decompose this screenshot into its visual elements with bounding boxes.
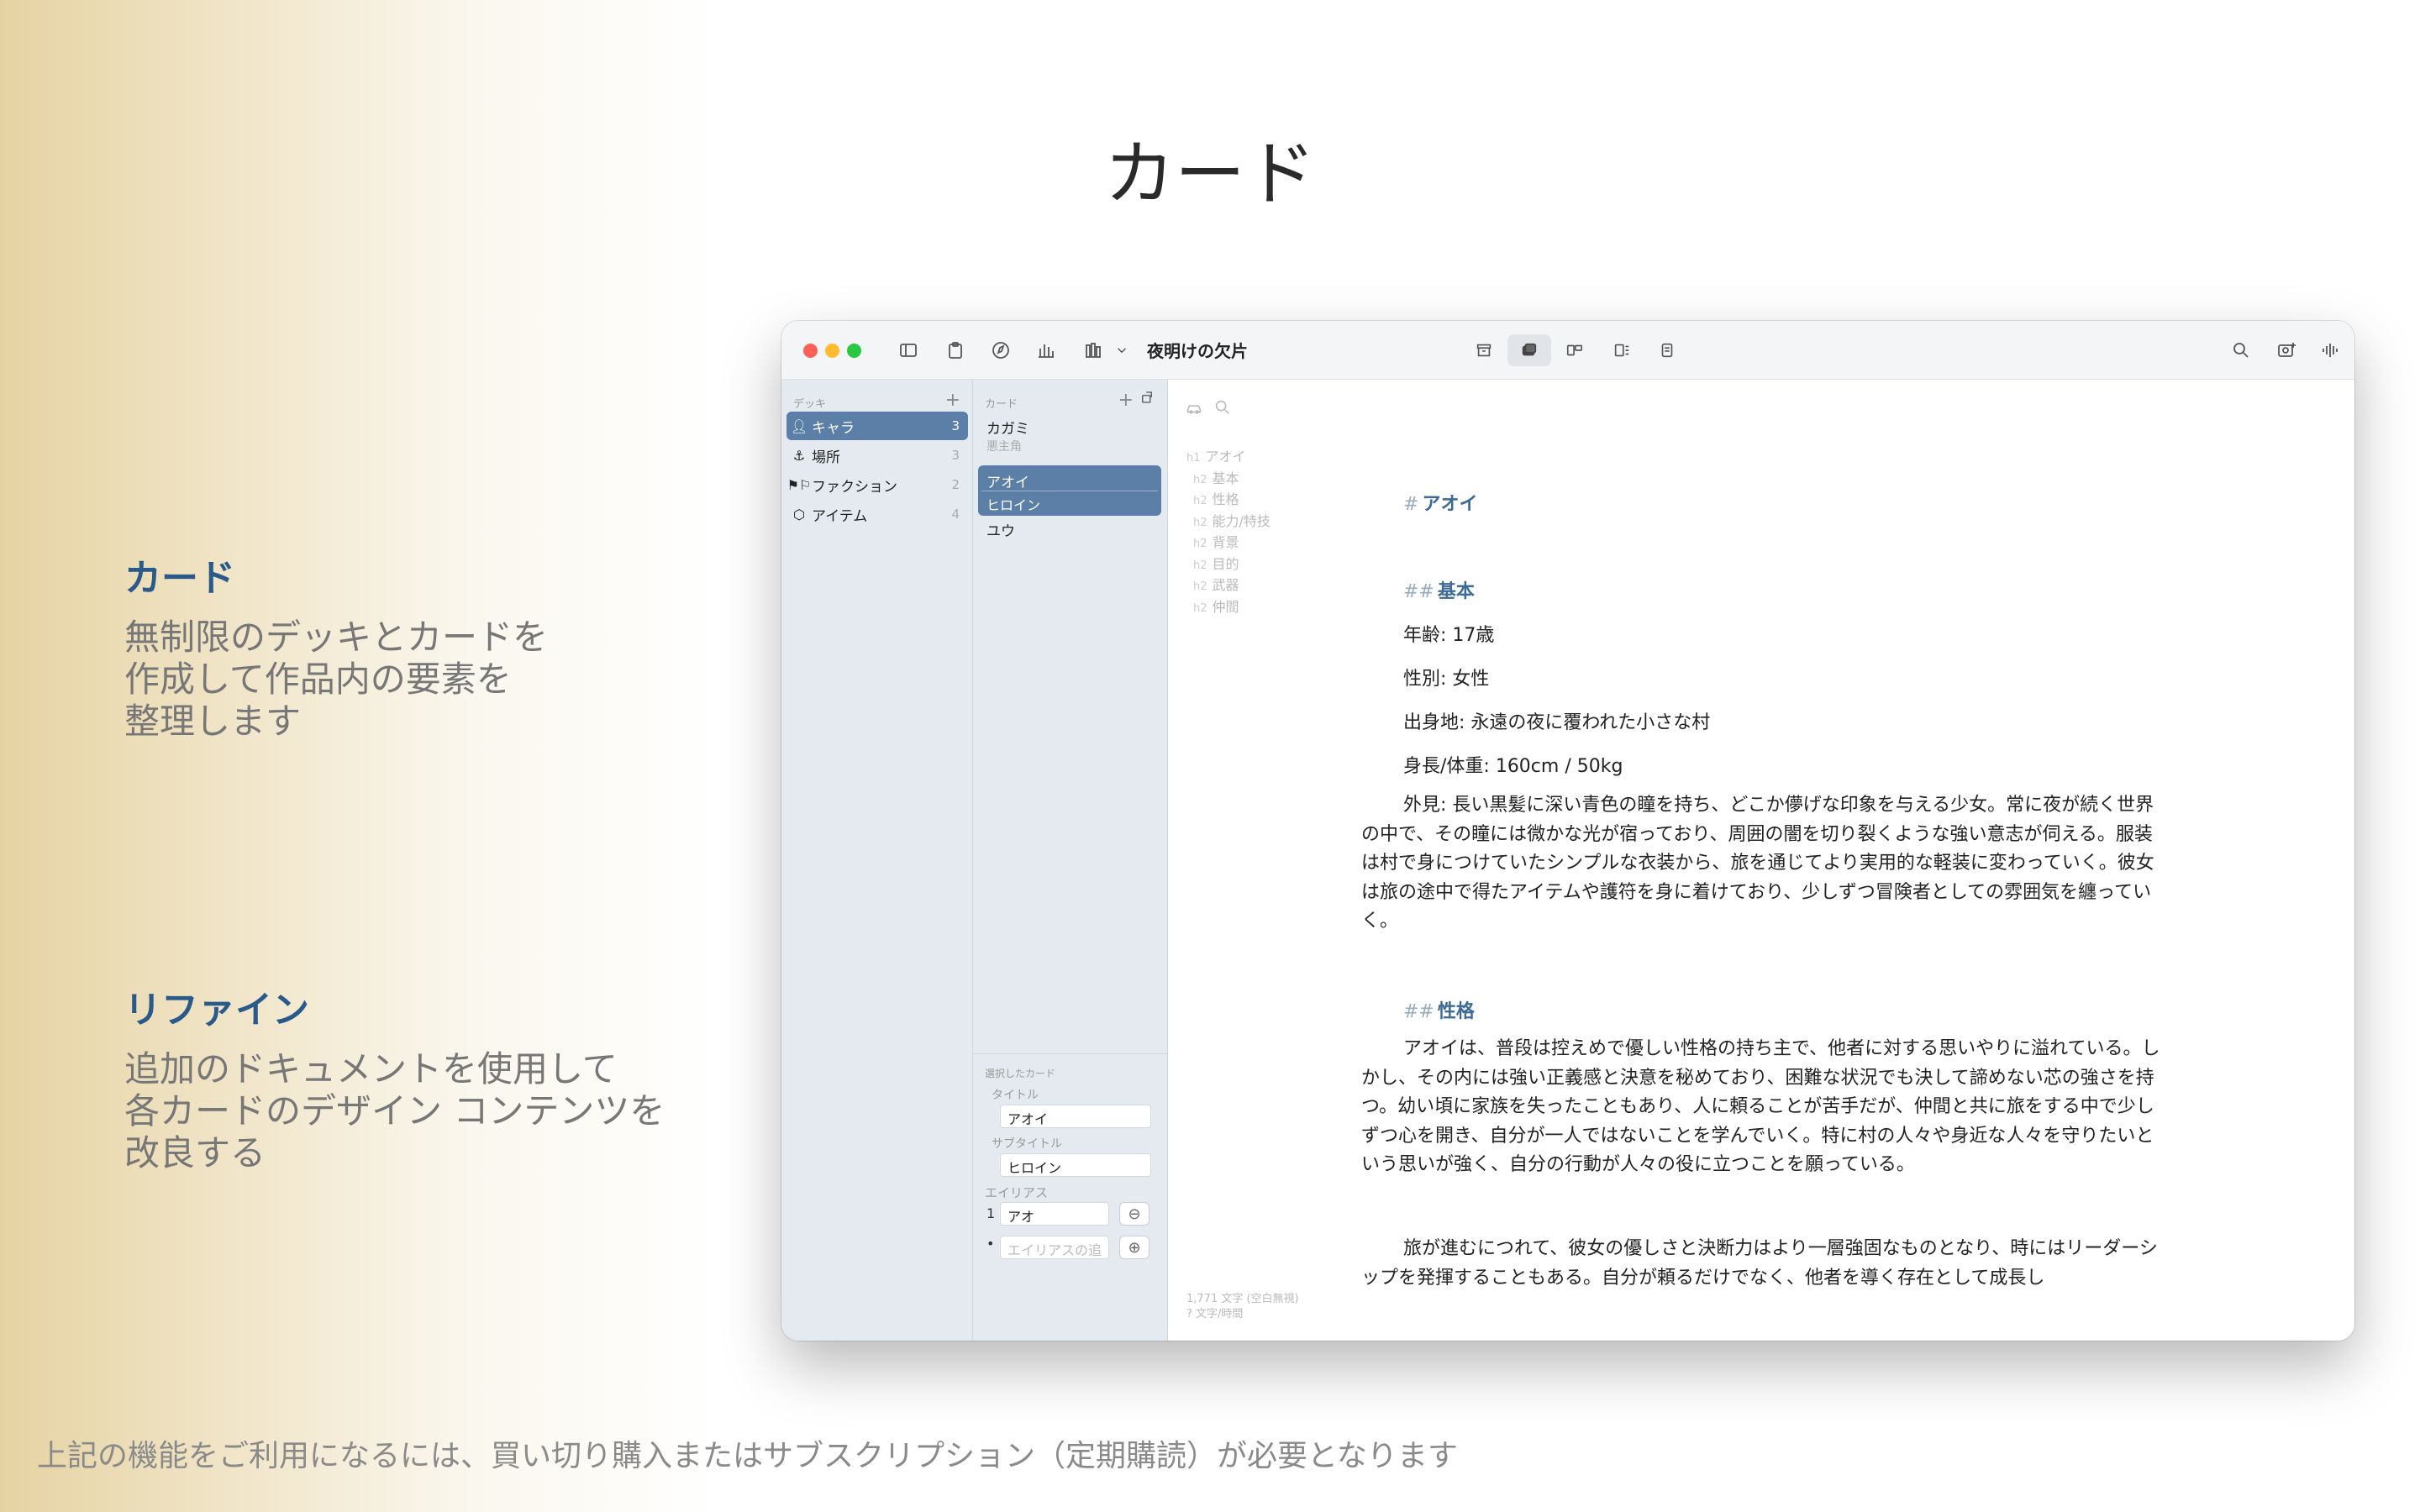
deck-label: ファクション — [812, 478, 897, 496]
card-title: アオイ — [986, 475, 1029, 491]
card-subtitle: 悪主角 — [986, 440, 1022, 454]
card-item-aoi[interactable]: アオイ ヒロイン — [978, 465, 1161, 516]
footnote: 上記の機能をご利用になるには、買い切り購入またはサブスクリプション（定期購読）が… — [37, 1439, 1458, 1473]
alias-bullet: • — [986, 1236, 995, 1252]
zoom-window-button[interactable] — [847, 344, 861, 358]
title-label: タイトル — [992, 1089, 1039, 1102]
deck-item-items[interactable]: ⬡ アイテム 4 — [786, 500, 968, 528]
minimize-window-button[interactable] — [825, 344, 839, 358]
card-title: カガミ — [986, 421, 1029, 438]
new-alias-input[interactable]: エイリアスの追 — [1000, 1236, 1109, 1259]
card-header: カード — [985, 398, 1018, 411]
card-item-yuu[interactable]: ユウ — [980, 519, 1160, 540]
card-title: ユウ — [986, 523, 1015, 540]
paragraph-appearance: 外見: 長い黒髪に深い青色の瞳を持ち、どこか儚げな印象を与える少女。常に夜が続く… — [1361, 795, 2154, 932]
deck-label: キャラ — [812, 419, 855, 437]
deck-sidebar: デッキ + 👤︎ キャラ 3 ⚓︎ 場所 3 ⚑⚐ ファクション 2 ⬡ アイテ… — [781, 380, 973, 1341]
close-window-button[interactable] — [803, 344, 818, 358]
feature-refine: リファイン 追加のドキュメントを使用して 各カードのデザイン コンテンツを 改良… — [124, 979, 665, 1174]
app-window: 夜明けの欠片 デッキ + 👤︎ キャラ 3 ⚓︎ 場所 3 ⚑⚐ ファクション … — [781, 321, 2354, 1341]
person-icon: 👤︎ — [790, 417, 808, 434]
feature-cards: カード 無制限のデッキとカードを 作成して作品内の要素を 整理します — [124, 548, 548, 743]
inspector-header: 選択したカード — [985, 1068, 1056, 1079]
add-card-button[interactable]: + — [1118, 390, 1134, 411]
outline-item[interactable]: h2 目的 — [1186, 554, 1270, 576]
feature-body: 無制限のデッキとカードを 作成して作品内の要素を 整理します — [124, 617, 549, 742]
toolbar: 夜明けの欠片 — [781, 321, 2354, 380]
editor-tools — [1185, 398, 1232, 420]
document-icon[interactable] — [1645, 334, 1689, 366]
chars-per-hour: ? 文字/時間 — [1186, 1308, 1244, 1320]
feature-heading: リファイン — [124, 989, 309, 1032]
alias-index: 1 — [986, 1205, 996, 1221]
heading-basic: ## 基本 — [1403, 581, 1475, 602]
alias-label: エイリアス — [985, 1185, 1049, 1200]
deck-label: アイテム — [812, 507, 868, 525]
outline-item[interactable]: h2 武器 — [1186, 575, 1270, 597]
card-item-kagami[interactable]: カガミ 悪主角 — [980, 417, 1160, 454]
anchor-icon: ⚓︎ — [792, 447, 806, 464]
search-icon[interactable] — [1213, 398, 1232, 420]
outline-item[interactable]: h2 背景 — [1186, 533, 1270, 554]
heading-h1: # アオイ — [1403, 494, 1478, 515]
add-deck-button[interactable]: + — [945, 390, 960, 411]
page-title: カード — [1103, 133, 1316, 215]
card-list-column: カード + カガミ 悪主角 アオイ ヒロイン ユウ 選択したカード タイトル ア… — [973, 380, 1168, 1341]
feature-body: 追加のドキュメントを使用して 各カードのデザイン コンテンツを 改良する — [124, 1048, 666, 1173]
subtitle-field[interactable]: ヒロイン — [1000, 1153, 1151, 1177]
deck-item-places[interactable]: ⚓︎ 場所 3 — [786, 441, 968, 470]
deck-label: 場所 — [812, 449, 840, 466]
window-title: 夜明けの欠片 — [1147, 341, 1248, 361]
compass-icon[interactable] — [988, 338, 1013, 363]
outline-item[interactable]: h2 基本 — [1186, 469, 1270, 491]
deck-count: 3 — [951, 448, 960, 463]
bar-chart-icon[interactable] — [1034, 338, 1059, 363]
deck-count: 2 — [951, 477, 960, 492]
waveform-icon[interactable] — [2317, 338, 2343, 363]
card-subtitle: ヒロイン — [986, 497, 1041, 513]
sort-icon[interactable] — [1138, 388, 1156, 407]
add-alias-button[interactable]: ⊕ — [1119, 1236, 1150, 1259]
columns-view-icon[interactable] — [1600, 334, 1644, 366]
archive-icon[interactable] — [1462, 334, 1506, 366]
search-icon[interactable] — [2228, 338, 2254, 363]
field-height: 身長/体重: 160cm / 50kg — [1403, 756, 1623, 777]
word-count: 1,771 文字 (空白無視) ? 文字/時間 — [1186, 1292, 1299, 1322]
field-origin: 出身地: 永遠の夜に覆われた小さな村 — [1403, 712, 1711, 733]
char-count: 1,771 文字 (空白無視) — [1186, 1293, 1299, 1305]
deck-item-chara[interactable]: 👤︎ キャラ 3 — [786, 412, 968, 440]
cards-view-icon[interactable] — [1507, 334, 1551, 366]
outline-item[interactable]: h2 能力/特技 — [1186, 512, 1270, 533]
editor-pane: h1 アオイ h2 基本 h2 性格 h2 能力/特技 h2 背景 h2 目的 h2 武器 h… — [1168, 380, 2354, 1341]
add-photo-icon[interactable] — [2274, 338, 2299, 363]
chevron-down-icon[interactable] — [1114, 338, 1129, 363]
deck-count: 4 — [951, 507, 960, 522]
sidebar-toggle-icon[interactable] — [896, 338, 921, 363]
box-icon: ⬡ — [793, 506, 805, 522]
outline-item[interactable]: h2 性格 — [1186, 490, 1270, 512]
outline-item[interactable]: h2 仲間 — [1186, 597, 1270, 619]
split-view-icon[interactable] — [1553, 334, 1597, 366]
deck-header: デッキ — [793, 398, 827, 411]
flags-icon: ⚑⚐ — [786, 476, 812, 493]
heading-personality: ## 性格 — [1403, 1001, 1475, 1022]
subtitle-label: サブタイトル — [992, 1137, 1062, 1151]
paragraph-personality: アオイは、普段は控えめで優しい性格の持ち主で、他者に対する思いやりに溢れている。… — [1361, 1038, 2160, 1175]
alias-field[interactable]: アオ — [1000, 1202, 1109, 1226]
outline-item[interactable]: h1 アオイ — [1186, 447, 1270, 469]
deck-item-factions[interactable]: ⚑⚐ ファクション 2 — [786, 470, 968, 499]
deck-count: 3 — [951, 418, 960, 433]
card-inspector: 選択したカード タイトル アオイ サブタイトル ヒロイン エイリアス 1 アオ … — [973, 1053, 1167, 1341]
car-icon[interactable] — [1185, 398, 1203, 420]
feature-heading: カード — [124, 557, 235, 600]
library-icon[interactable] — [1081, 338, 1106, 363]
paragraph-growth: 旅が進むにつれて、彼女の優しさと決断力はより一層強固なものとなり、時にはリーダー… — [1361, 1238, 2158, 1289]
title-field[interactable]: アオイ — [1000, 1105, 1151, 1128]
document-outline: h1 アオイ h2 基本 h2 性格 h2 能力/特技 h2 背景 h2 目的 h2 武器 h… — [1186, 447, 1270, 618]
field-age: 年齢: 17歳 — [1403, 625, 1495, 646]
field-gender: 性別: 女性 — [1403, 669, 1490, 690]
remove-alias-button[interactable]: ⊖ — [1119, 1202, 1150, 1226]
clipboard-icon[interactable] — [943, 338, 968, 363]
